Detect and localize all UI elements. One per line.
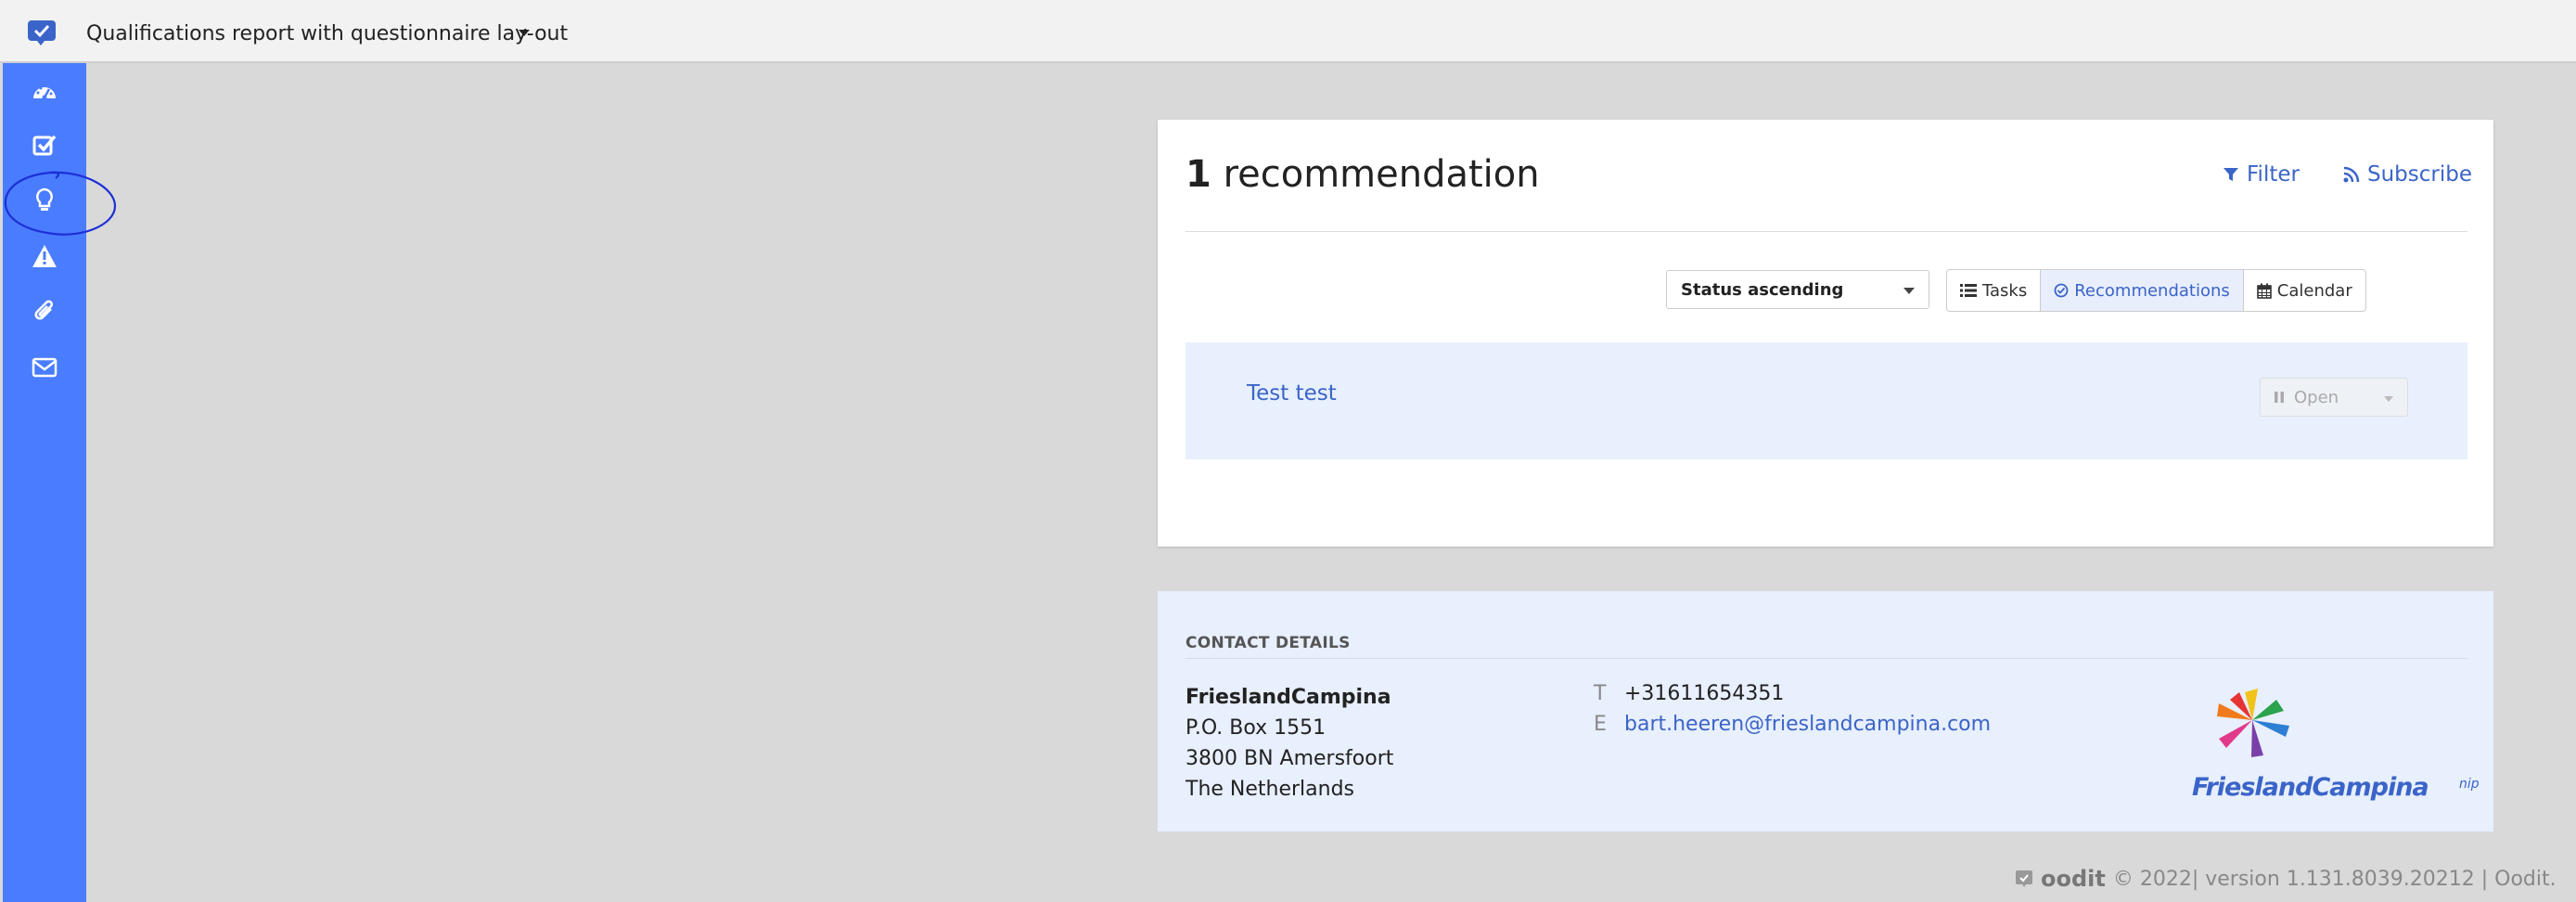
envelope-icon [32, 357, 58, 378]
dashboard-icon [33, 86, 56, 100]
rss-icon [2343, 166, 2360, 183]
top-bar: Qualifications report with questionnaire… [0, 0, 2576, 63]
annotation-circle [4, 171, 117, 236]
tasks-view-button[interactable]: Tasks [1947, 270, 2042, 311]
sidebar-item-messages[interactable] [21, 347, 68, 388]
sidebar-item-risks[interactable] [21, 236, 68, 277]
warning-icon [32, 245, 57, 267]
sidebar-item-attachments[interactable] [21, 291, 68, 332]
address-line: 3800 BN Amersfoort [1185, 747, 1394, 770]
checkbox-icon [32, 135, 57, 156]
recommendations-view-label: Recommendations [2074, 280, 2230, 301]
email-link[interactable]: bart.heeren@frieslandcampina.com [1624, 713, 1991, 736]
recommendation-count-label: recommendation [1223, 153, 1540, 196]
recommendations-card: 1 recommendation Filter Subscribe Status… [1158, 120, 2493, 547]
contact-email: E bart.heeren@frieslandcampina.com [1594, 713, 1991, 736]
app-logo-icon[interactable] [26, 19, 58, 46]
subscribe-button[interactable]: Subscribe [2343, 162, 2472, 187]
phone-label: T [1594, 682, 1607, 705]
calendar-view-label: Calendar [2276, 280, 2352, 301]
calendar-icon [2256, 283, 2272, 299]
list-icon [1960, 284, 1977, 297]
tasks-view-label: Tasks [1982, 280, 2028, 301]
recommendation-count: 1 [1185, 153, 1211, 196]
contact-details-panel: CONTACT DETAILS FrieslandCampina P.O. Bo… [1158, 591, 2493, 831]
divider [1185, 658, 2467, 659]
sort-select[interactable]: Status ascending [1666, 270, 1929, 309]
logo-wordmark: FrieslandCampina [2192, 773, 2429, 802]
report-title[interactable]: Qualifications report with questionnaire… [86, 22, 568, 45]
page-title: 1 recommendation [1185, 153, 1540, 196]
footer: oodit © 2022| version 1.131.8039.20212 |… [2015, 866, 2557, 892]
recommendations-view-button[interactable]: Recommendations [2041, 270, 2244, 311]
status-label: Open [2294, 387, 2339, 407]
paperclip-icon [34, 300, 53, 320]
list-item[interactable]: Test test Open [1185, 342, 2467, 459]
contact-address: FrieslandCampina P.O. Box 1551 3800 BN A… [1185, 682, 1393, 805]
logo-suffix: nip [2459, 777, 2480, 792]
address-line: P.O. Box 1551 [1185, 716, 1326, 740]
divider [1185, 231, 2467, 232]
check-circle-icon [2054, 283, 2069, 298]
sidebar-item-dashboard[interactable] [21, 71, 68, 111]
phone-value: +31611654351 [1624, 682, 1785, 705]
chevron-down-icon [1903, 288, 1915, 294]
filter-icon [2224, 168, 2238, 181]
filter-button[interactable]: Filter [2223, 162, 2300, 187]
contact-phone: T +31611654351 [1594, 682, 1784, 705]
company-name: FrieslandCampina [1185, 686, 1391, 709]
footer-text: © 2022| version 1.131.8039.20212 | Oodit… [2112, 867, 2557, 891]
calendar-view-button[interactable]: Calendar [2244, 270, 2365, 311]
chevron-down-icon [2384, 396, 2393, 402]
email-label: E [1594, 713, 1607, 736]
subscribe-label: Subscribe [2367, 162, 2473, 187]
view-toggle-group: Tasks Recommendations Calendar [1946, 269, 2366, 312]
contact-heading: CONTACT DETAILS [1185, 634, 1351, 652]
filter-label: Filter [2247, 162, 2300, 187]
oodit-logo-icon [2016, 870, 2032, 887]
chevron-down-icon[interactable] [518, 29, 531, 37]
sidebar-item-tasks[interactable] [21, 124, 68, 165]
footer-brand: oodit [2041, 866, 2106, 892]
status-select[interactable]: Open [2260, 378, 2408, 417]
recommendation-title[interactable]: Test test [1247, 381, 1337, 406]
sort-selected-value: Status ascending [1681, 280, 1844, 300]
pause-icon [2275, 392, 2284, 403]
address-line: The Netherlands [1185, 778, 1355, 801]
